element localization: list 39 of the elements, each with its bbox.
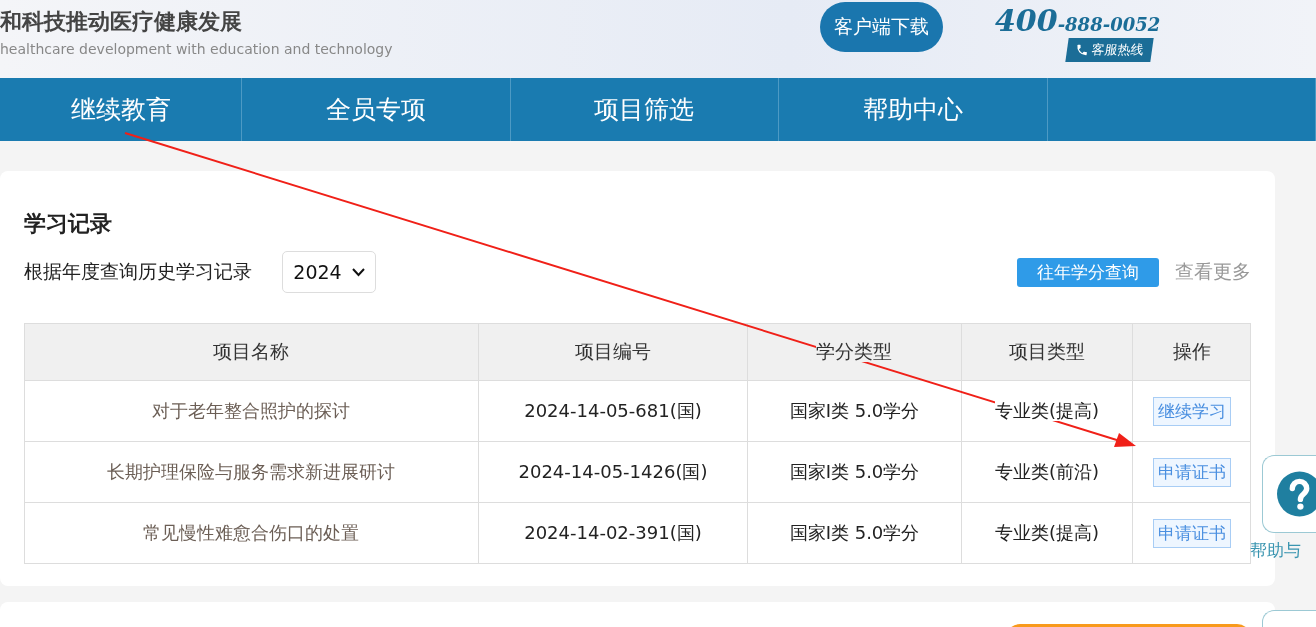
table-cell: 国家I类 5.0学分 <box>747 441 962 503</box>
nav-item[interactable]: 帮助中心 <box>779 78 1048 141</box>
hotline-number: -888-0052 <box>1057 13 1161 35</box>
filter-label: 根据年度查询历史学习记录 <box>24 259 252 284</box>
hotline-prefix: 400 <box>995 2 1058 38</box>
table-cell: 专业类(提高) <box>961 380 1133 442</box>
table-cell: 国家I类 5.0学分 <box>747 502 962 564</box>
row-action-button[interactable]: 申请证书 <box>1152 457 1231 487</box>
column-header: 学分类型 <box>747 323 962 381</box>
help-label: 帮助与 <box>1250 539 1301 562</box>
hotline-badge: 客服热线 <box>1065 37 1154 62</box>
chevron-down-icon <box>351 267 365 277</box>
view-more-link[interactable]: 查看更多 <box>1175 259 1251 285</box>
nav-item[interactable]: 继续教育 <box>0 78 243 141</box>
row-action-button[interactable]: 申请证书 <box>1152 518 1231 548</box>
column-header: 项目编号 <box>478 323 748 381</box>
help-icon <box>1277 469 1316 519</box>
nav-item[interactable]: 全员专项 <box>242 78 511 141</box>
section-title: 学习记录 <box>24 210 113 238</box>
history-credit-button[interactable]: 往年学分查询 <box>1017 257 1159 287</box>
site-subtitle: healthcare development with education and technology <box>0 41 394 57</box>
table-cell: 2024-14-05-1426(国) <box>478 441 748 503</box>
table-cell: 对于老年整合照护的探讨 <box>24 380 479 442</box>
column-header: 项目名称 <box>24 323 479 381</box>
table-cell: 常见慢性难愈合伤口的处置 <box>24 502 479 564</box>
row-action-button[interactable]: 继续学习 <box>1152 396 1231 426</box>
download-button[interactable]: 客户端下载 <box>820 2 943 52</box>
site-slogan: 和科技推动医疗健康发展 <box>0 7 243 36</box>
table-cell: 国家I类 5.0学分 <box>747 380 962 442</box>
table-cell: 专业类(前沿) <box>961 441 1133 503</box>
nav-item[interactable]: 项目筛选 <box>510 78 780 141</box>
table-cell: 专业类(提高) <box>961 502 1133 564</box>
table-cell: 2024-14-02-391(国) <box>478 502 748 564</box>
table-cell: 长期护理保险与服务需求新进展研讨 <box>24 441 479 503</box>
year-select[interactable]: 2024 <box>282 251 376 293</box>
table-cell: 2024-14-05-681(国) <box>478 380 748 442</box>
column-header: 操作 <box>1132 323 1251 381</box>
help-widget[interactable] <box>1262 455 1316 533</box>
column-header: 项目类型 <box>961 323 1133 381</box>
